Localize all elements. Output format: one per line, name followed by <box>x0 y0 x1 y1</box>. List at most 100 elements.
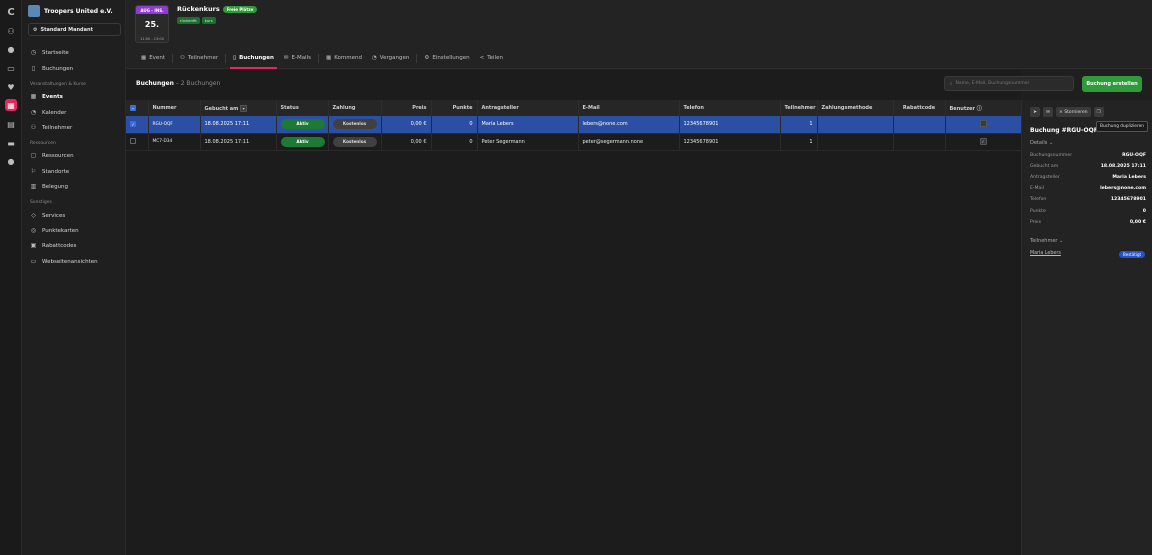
date-day: 25. <box>144 20 160 29</box>
send-icon[interactable]: ➤ <box>1030 107 1040 117</box>
mandant-select[interactable]: ⚙ Standard Mandant <box>28 23 121 36</box>
table-row[interactable]: MC7-D34 18.08.2025 17:11 Aktiv Kostenlos… <box>126 133 1022 151</box>
sidebar: Troopers United e.V. ⚙ Standard Mandant … <box>22 0 143 555</box>
org-name: Troopers United e.V. <box>44 7 113 15</box>
cell-antragsteller: Peter Segermann <box>477 133 579 151</box>
col-status[interactable]: Status <box>276 100 329 116</box>
create-booking-button[interactable]: Buchung erstellen <box>1082 76 1142 92</box>
col-nummer[interactable]: Nummer <box>148 100 201 116</box>
tag: kurs <box>201 17 216 24</box>
sidebar-item-buchungen[interactable]: ▯ Buchungen <box>30 65 73 72</box>
select-all-cell[interactable]: – <box>126 100 149 116</box>
user-icon[interactable]: ● <box>5 43 17 55</box>
tab-teilnehmer[interactable]: ⚇ Teilnehmer <box>175 52 223 64</box>
sidebar-item-standorte[interactable]: ⚐ Standorte <box>30 168 69 175</box>
chevron-down-icon: ⌄ <box>1048 140 1054 146</box>
details-toggle[interactable]: Details ⌄ <box>1030 140 1053 146</box>
bookings-content: Buchungen – 2 Buchungen ⌕ Name, E-Mail, … <box>126 70 1142 555</box>
mail-icon[interactable]: ✉ <box>1043 107 1053 117</box>
calendar-icon: ▦ <box>30 93 37 100</box>
tab-emails[interactable]: ✉ E-Mails <box>279 52 316 64</box>
col-gebucht-am[interactable]: Gebucht am ▾ <box>200 100 277 116</box>
grid-icon: ▥ <box>30 183 37 190</box>
col-punkte[interactable]: Punkte <box>431 100 478 116</box>
calendar-icon[interactable]: ▦ <box>5 99 17 111</box>
sidebar-item-rabattcodes[interactable]: ▣ Rabattcodes <box>30 242 77 249</box>
sidebar-item-teilnehmer[interactable]: ⚇ Teilnehmer <box>30 124 72 131</box>
detail-row: Telefon 12345678901 <box>1030 197 1146 202</box>
sidebar-item-startseite[interactable]: ◷ Startseite <box>30 49 69 56</box>
document-icon[interactable]: ▤ <box>5 118 17 130</box>
sidebar-item-events[interactable]: ▦ Events <box>30 93 63 100</box>
cell-telefon: 12345678901 <box>679 116 781 134</box>
col-zahlungsmethode[interactable]: Zahlungsmethode <box>817 100 894 116</box>
divider <box>317 53 319 63</box>
divider <box>171 53 173 63</box>
user-checkbox[interactable] <box>979 119 987 127</box>
archive-icon[interactable]: ▬ <box>5 137 17 149</box>
row-select-cell[interactable] <box>126 133 149 151</box>
tab-vergangen[interactable]: ◔ Vergangen <box>367 52 414 64</box>
tab-teilen[interactable]: < Teilen <box>475 52 508 64</box>
sidebar-item-webseitenansichten[interactable]: ▭ Webseitenansichten <box>30 258 98 265</box>
tab-einstellungen[interactable]: ⚙ Einstellungen <box>419 52 474 64</box>
search-icon: ⌕ <box>950 81 953 87</box>
col-antragsteller[interactable]: Antragsteller <box>477 100 579 116</box>
detail-row: Buchungsnummer RGU-OQF <box>1030 153 1146 158</box>
col-email[interactable]: E-Mail <box>578 100 680 116</box>
date-month: AUG - INS. <box>136 6 168 14</box>
table-row[interactable]: ✓ RGU-OQF 18.08.2025 17:11 Aktiv Kostenl… <box>126 116 1022 134</box>
cell-nummer: MC7-D34 <box>148 133 201 151</box>
tab-event[interactable]: ▦ Event <box>136 52 170 64</box>
cell-status: Aktiv <box>276 133 329 151</box>
cell-benutzer: ✓ <box>945 133 1022 151</box>
mandant-label: Standard Mandant <box>40 26 93 33</box>
row-checkbox[interactable]: ✓ <box>130 120 136 127</box>
detail-row: Antragsteller Maria Lebers <box>1030 175 1146 180</box>
cancel-booking-button[interactable]: × Stornieren <box>1056 107 1091 117</box>
col-teilnehmer[interactable]: Teilnehmer <box>780 100 818 116</box>
col-rabattcode[interactable]: Rabattcode <box>893 100 946 116</box>
sidebar-item-kalender[interactable]: ◔ Kalender <box>30 109 67 116</box>
sidebar-item-services[interactable]: ◇ Services <box>30 212 65 219</box>
heart-icon[interactable]: ♥ <box>5 81 17 93</box>
participant-link[interactable]: Maria Lebers <box>1030 251 1061 256</box>
chat-icon[interactable]: ● <box>5 155 17 167</box>
table-header: – Nummer Gebucht am ▾ Status Zahlung Pre… <box>126 100 1022 116</box>
cell-nummer: RGU-OQF <box>148 116 201 134</box>
share-icon: < <box>479 55 485 61</box>
select-all-checkbox[interactable]: – <box>130 104 136 111</box>
detail-row: Gebucht am 18.08.2025 17:11 <box>1030 164 1146 169</box>
cell-teilnehmer: 1 <box>780 133 818 151</box>
col-telefon[interactable]: Telefon <box>679 100 781 116</box>
people-icon: ⚇ <box>179 55 185 61</box>
org-header[interactable]: Troopers United e.V. <box>28 5 113 17</box>
app-logo[interactable]: C <box>5 6 17 18</box>
section-events: Veranstaltungen & Kurse <box>30 82 86 87</box>
bookings-title: Buchungen – 2 Buchungen <box>136 80 221 87</box>
sidebar-item-ressourcen[interactable]: ▢ Ressourcen <box>30 152 74 159</box>
duplicate-icon[interactable]: ❐ <box>1093 107 1104 117</box>
sidebar-item-punktekarten[interactable]: ◎ Punktekarten <box>30 227 79 234</box>
cell-zahlung: Kostenlos <box>328 116 382 134</box>
id-card-icon[interactable]: ▭ <box>5 62 17 74</box>
col-zahlung[interactable]: Zahlung <box>328 100 382 116</box>
user-checkbox[interactable]: ✓ <box>979 138 987 145</box>
sidebar-item-belegung[interactable]: ▥ Belegung <box>30 183 68 190</box>
row-select-cell[interactable]: ✓ <box>126 116 149 134</box>
sort-icon[interactable]: ▾ <box>240 104 248 112</box>
tab-kommend[interactable]: ▦ Kommend <box>321 52 367 64</box>
panel-title: Buchung #RGU-OQF <box>1030 127 1098 134</box>
cell-status: Aktiv <box>276 116 329 134</box>
col-benutzer[interactable]: Benutzer ⓘ <box>945 100 1022 116</box>
tab-buchungen[interactable]: ▯ Buchungen <box>228 52 279 69</box>
calendar-icon: ▦ <box>325 55 332 61</box>
search-input[interactable]: ⌕ Name, E-Mail, Buchungsnummer <box>944 76 1074 91</box>
bookings-table: – Nummer Gebucht am ▾ Status Zahlung Pre… <box>126 100 1022 151</box>
row-checkbox[interactable] <box>130 137 136 144</box>
users-icon[interactable]: ⚇ <box>5 25 17 37</box>
col-preis[interactable]: Preis <box>381 100 432 116</box>
participants-toggle[interactable]: Teilnehmer ⌄ <box>1030 238 1063 244</box>
duplicate-tooltip: Buchung duplizieren <box>1096 121 1148 132</box>
event-tags: rückenfit kurs <box>177 17 216 24</box>
